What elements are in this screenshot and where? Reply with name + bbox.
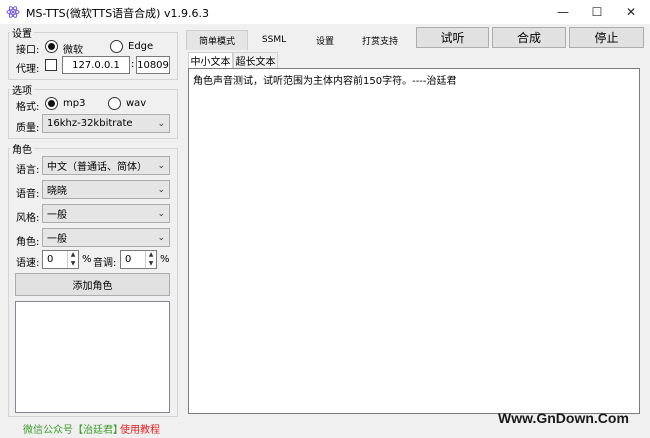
interface-edge-radio[interactable] <box>110 40 123 53</box>
wechat-account-link[interactable]: 微信公众号【治廷君】 <box>23 421 123 436</box>
proxy-colon: : <box>131 59 135 70</box>
chevron-down-icon: ⌄ <box>157 208 165 219</box>
proxy-port-input[interactable]: 10809 <box>136 56 170 74</box>
format-wav-label[interactable]: wav <box>126 98 146 109</box>
rate-stepper[interactable]: 0 ▲ ▼ <box>42 250 79 269</box>
format-mp3-label[interactable]: mp3 <box>63 98 85 109</box>
synthesize-button[interactable]: 合成 <box>492 27 566 48</box>
chevron-down-icon: ⌄ <box>157 160 165 171</box>
role-value: 一般 <box>47 234 67 245</box>
role-list[interactable] <box>15 301 170 413</box>
watermark-text: Www.GnDown.Com <box>498 410 629 426</box>
preview-button[interactable]: 试听 <box>416 27 489 48</box>
minimize-icon: — <box>557 5 569 19</box>
radio-selected-dot <box>48 100 55 107</box>
pitch-stepper[interactable]: 0 ▲ ▼ <box>120 250 157 269</box>
role-group-label: 角色 <box>10 141 34 156</box>
options-group-label: 选项 <box>10 82 34 97</box>
voice-label: 语音: <box>16 189 40 200</box>
proxy-label: 代理: <box>16 64 40 75</box>
interface-microsoft-radio[interactable] <box>45 40 58 53</box>
settings-group-label: 设置 <box>10 25 34 40</box>
rate-percent: % <box>82 254 92 265</box>
chevron-down-icon: ⌄ <box>157 232 165 243</box>
tab-donate[interactable]: 打赏支持 <box>354 30 406 50</box>
tab-settings[interactable]: 设置 <box>304 30 346 50</box>
role-label: 角色: <box>16 237 40 248</box>
language-value: 中文（普通话、简体） <box>47 162 147 173</box>
interface-edge-label[interactable]: Edge <box>128 41 153 52</box>
chevron-up-icon[interactable]: ▲ <box>68 251 78 260</box>
role-dropdown[interactable]: 一般 ⌄ <box>42 228 170 247</box>
interface-microsoft-label[interactable]: 微软 <box>63 41 83 56</box>
format-mp3-radio[interactable] <box>45 97 58 110</box>
rate-value: 0 <box>47 254 54 265</box>
tab-simple-mode[interactable]: 简单模式 <box>186 30 248 50</box>
minimize-button[interactable]: — <box>546 0 580 24</box>
radio-selected-dot <box>48 43 55 50</box>
tab-short-text[interactable]: 中小文本 <box>188 52 233 68</box>
voice-value: 晓晓 <box>47 186 67 197</box>
style-dropdown[interactable]: 一般 ⌄ <box>42 204 170 223</box>
quality-label: 质量: <box>16 123 40 134</box>
tutorial-link[interactable]: 使用教程 <box>120 421 160 436</box>
close-button[interactable]: ✕ <box>614 0 648 24</box>
proxy-checkbox[interactable] <box>45 59 57 71</box>
proxy-host-input[interactable]: 127.0.0.1 <box>62 56 130 74</box>
stepper-arrows[interactable]: ▲ ▼ <box>145 251 156 268</box>
pitch-label: 音调: <box>93 258 117 269</box>
quality-value: 16khz-32kbitrate <box>47 118 133 129</box>
chevron-down-icon[interactable]: ▼ <box>68 260 78 269</box>
chevron-down-icon: ⌄ <box>157 184 165 195</box>
chevron-up-icon[interactable]: ▲ <box>146 251 156 260</box>
text-editor[interactable]: 角色声音测试，试听范围为主体内容前150字符。----治廷君 <box>188 68 640 414</box>
stepper-arrows[interactable]: ▲ ▼ <box>67 251 78 268</box>
format-wav-radio[interactable] <box>108 97 121 110</box>
interface-label: 接口: <box>16 45 40 56</box>
add-role-button[interactable]: 添加角色 <box>15 273 170 296</box>
close-icon: ✕ <box>625 5 637 19</box>
voice-dropdown[interactable]: 晓晓 ⌄ <box>42 180 170 199</box>
language-dropdown[interactable]: 中文（普通话、简体） ⌄ <box>42 156 170 175</box>
style-label: 风格: <box>16 213 40 224</box>
tab-long-text[interactable]: 超长文本 <box>233 52 278 68</box>
app-atom-icon <box>6 5 20 19</box>
maximize-button[interactable]: ☐ <box>580 0 614 24</box>
pitch-value: 0 <box>125 254 132 265</box>
chevron-down-icon[interactable]: ▼ <box>146 260 156 269</box>
tab-ssml[interactable]: SSML <box>252 30 296 50</box>
style-value: 一般 <box>47 210 67 221</box>
rate-label: 语速: <box>16 258 40 269</box>
stop-button[interactable]: 停止 <box>569 27 644 48</box>
language-label: 语言: <box>16 165 40 176</box>
maximize-icon: ☐ <box>591 5 603 19</box>
pitch-percent: % <box>160 254 170 265</box>
chevron-down-icon: ⌄ <box>157 118 165 129</box>
format-label: 格式: <box>16 102 40 113</box>
window-title: MS-TTS(微软TTS语音合成) v1.9.6.3 <box>26 7 209 20</box>
quality-dropdown[interactable]: 16khz-32kbitrate ⌄ <box>42 114 170 133</box>
editor-text: 角色声音测试，试听范围为主体内容前150字符。----治廷君 <box>193 76 457 87</box>
